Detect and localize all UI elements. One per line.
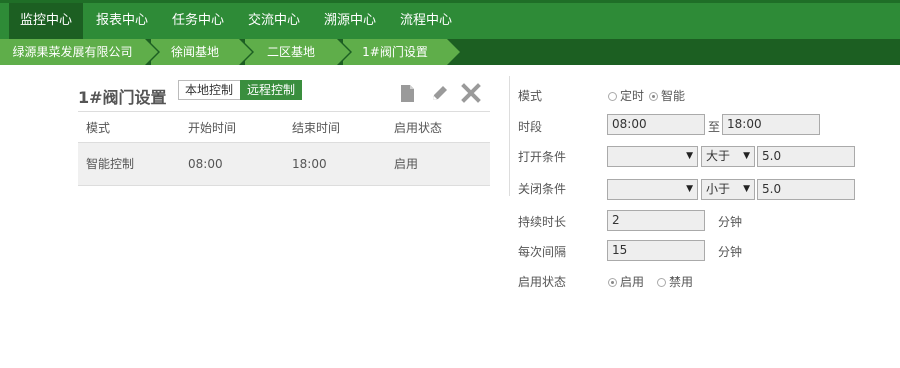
chevron-down-icon: ▼ (686, 184, 693, 194)
top-nav: 监控中心 报表中心 任务中心 交流中心 溯源中心 流程中心 (0, 0, 900, 39)
close-icon[interactable] (461, 83, 481, 103)
chevron-down-icon: ▼ (686, 151, 693, 161)
breadcrumb-item-company[interactable]: 绿源果菜发展有限公司 (0, 39, 160, 65)
open-condition-label: 打开条件 (518, 150, 567, 164)
duration-label: 持续时长 (518, 215, 567, 229)
mode-option-smart-label: 智能 (661, 89, 686, 103)
table-header: 模式 开始时间 结束时间 启用状态 (78, 111, 490, 143)
open-sensor-select[interactable]: ▼ (607, 146, 698, 167)
period-start-input[interactable]: 08:00 (607, 114, 705, 135)
tab-task-center[interactable]: 任务中心 (161, 3, 235, 39)
tab-exchange-center[interactable]: 交流中心 (237, 3, 311, 39)
breadcrumb-item-base[interactable]: 徐闻基地 (151, 39, 254, 65)
period-label: 时段 (518, 120, 543, 134)
remote-control-button[interactable]: 远程控制 (240, 80, 302, 100)
column-header-end: 结束时间 (292, 121, 341, 135)
interval-input[interactable]: 15 (607, 240, 705, 261)
mode-option-smart[interactable]: 智能 (649, 87, 685, 104)
interval-unit: 分钟 (718, 245, 743, 259)
column-header-status: 启用状态 (394, 121, 443, 135)
breadcrumb-item-valve[interactable]: 1#阀门设置 (343, 39, 462, 65)
close-condition-label: 关闭条件 (518, 182, 567, 196)
duration-input[interactable]: 2 (607, 210, 705, 231)
period-end-input[interactable]: 18:00 (722, 114, 820, 135)
close-value-input[interactable]: 5.0 (757, 179, 855, 200)
schedule-table: 模式 开始时间 结束时间 启用状态 智能控制 08:00 18:00 启用 (78, 111, 490, 186)
close-operator-value: 小于 (706, 182, 731, 196)
local-control-button[interactable]: 本地控制 (178, 80, 241, 100)
panel-divider (509, 76, 510, 196)
open-value-input[interactable]: 5.0 (757, 146, 855, 167)
radio-checked-icon (649, 92, 658, 101)
column-header-mode: 模式 (86, 121, 111, 135)
duration-unit: 分钟 (718, 215, 743, 229)
mode-option-timed[interactable]: 定时 (608, 87, 644, 104)
radio-icon (608, 92, 617, 101)
open-operator-value: 大于 (706, 149, 731, 163)
mode-label: 模式 (518, 89, 543, 103)
tab-trace-center[interactable]: 溯源中心 (313, 3, 387, 39)
period-separator: 至 (708, 120, 721, 134)
table-row[interactable]: 智能控制 08:00 18:00 启用 (78, 143, 490, 186)
status-label: 启用状态 (518, 275, 567, 289)
status-option-disabled[interactable]: 禁用 (657, 273, 693, 290)
table-cell-end: 18:00 (292, 157, 327, 171)
tab-monitor-center[interactable]: 监控中心 (9, 3, 83, 39)
close-operator-select[interactable]: 小于 ▼ (701, 179, 755, 200)
table-cell-mode: 智能控制 (86, 157, 135, 171)
table-cell-status: 启用 (394, 157, 419, 171)
edit-icon[interactable] (430, 83, 450, 103)
radio-checked-icon (608, 278, 617, 287)
page-title: 1#阀门设置 (78, 88, 167, 107)
mode-option-timed-label: 定时 (620, 89, 645, 103)
status-option-disabled-label: 禁用 (669, 275, 694, 289)
column-header-start: 开始时间 (188, 121, 237, 135)
tab-report-center[interactable]: 报表中心 (85, 3, 159, 39)
breadcrumb: 1#阀门设置 二区基地 徐闻基地 绿源果菜发展有限公司 (0, 39, 900, 65)
open-operator-select[interactable]: 大于 ▼ (701, 146, 755, 167)
status-option-enabled-label: 启用 (620, 275, 645, 289)
chevron-down-icon: ▼ (743, 151, 750, 161)
radio-icon (657, 278, 666, 287)
document-icon[interactable] (398, 83, 418, 103)
interval-label: 每次间隔 (518, 245, 567, 259)
chevron-down-icon: ▼ (743, 184, 750, 194)
status-option-enabled[interactable]: 启用 (608, 273, 644, 290)
breadcrumb-item-zone[interactable]: 二区基地 (245, 39, 352, 65)
table-cell-start: 08:00 (188, 157, 223, 171)
tab-process-center[interactable]: 流程中心 (389, 3, 463, 39)
close-sensor-select[interactable]: ▼ (607, 179, 698, 200)
